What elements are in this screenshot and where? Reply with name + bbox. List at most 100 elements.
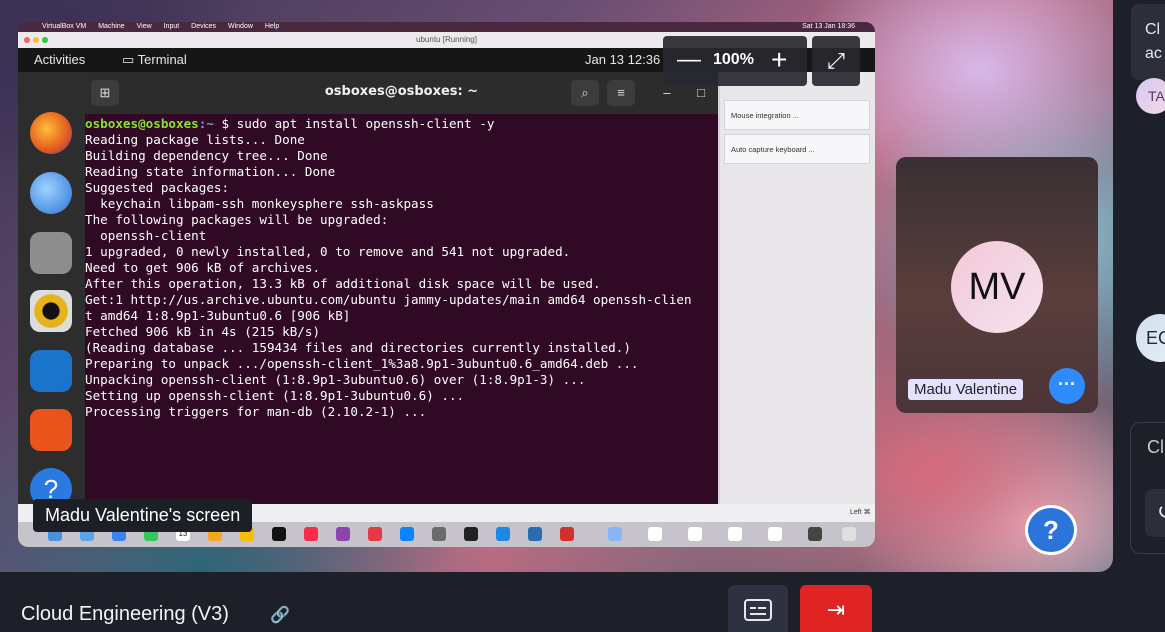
terminal-line: 1 upgraded, 0 newly installed, 0 to remo… [85, 244, 571, 259]
toast-text-line-1: Cl [1145, 21, 1161, 38]
copy-link-icon[interactable]: 🔗 [270, 605, 290, 625]
reply-icon: ↺ [1157, 499, 1165, 524]
terminal-output: osboxes@osboxes:~ $ sudo apt install ope… [85, 116, 718, 504]
mac-clock: Sat 13 Jan 18:36 [802, 23, 855, 30]
side-avatar-initials: EC [1146, 328, 1165, 348]
mac-menu-item: Input [163, 23, 180, 30]
captions-line [750, 613, 766, 615]
help-button[interactable]: ? [1025, 505, 1077, 555]
leave-button[interactable]: ⇥ [800, 585, 872, 632]
terminal-line: Processing triggers for man-db (2.10.2-1… [85, 404, 427, 419]
search-icon: ⌕ [571, 80, 599, 106]
participant-name: Madu Valentine [908, 379, 1024, 400]
meeting-title: Cloud Engineering (V3) [21, 603, 229, 625]
virtualbox-icon [528, 527, 542, 541]
notice-text: Mouse integration ... [731, 111, 799, 120]
terminal-line: Setting up openssh-client (1:8.9p1-3ubun… [85, 388, 465, 403]
terminal-line: Need to get 906 kB of archives. [85, 260, 321, 275]
more-options-button[interactable]: ··· [1049, 368, 1085, 404]
document-icon [688, 527, 702, 541]
terminal-line: t amd64 1:8.9p1-3ubuntu0.6 [906 kB] [85, 308, 351, 323]
menu-icon: ≡ [607, 80, 635, 106]
terminal-icon: ▭ [122, 52, 138, 67]
captions-line [750, 607, 756, 609]
zoom-out-button[interactable]: — [677, 46, 701, 74]
writer-icon [30, 350, 72, 392]
terminal-line: Reading package lists... Done [85, 132, 305, 147]
app-icon [560, 527, 574, 541]
mac-menu-item: Help [264, 23, 280, 30]
screenshot-icon [808, 527, 822, 541]
notice-text: Auto capture keyboard ... [731, 145, 815, 154]
captions-icon [744, 599, 772, 621]
terminal-line: After this operation, 13.3 kB of additio… [85, 276, 601, 291]
zoom-dot-icon [42, 37, 48, 43]
activities-label: Activities [34, 52, 86, 67]
side-avatar-initials: TA [1148, 88, 1165, 104]
terminal-header: ⊞ osboxes@osboxes: ~ ⌕ ≡ – □ [85, 72, 718, 114]
terminal-line: openssh-client [85, 228, 207, 243]
participant-tile: MV Madu Valentine ··· [896, 157, 1098, 413]
terminal-line: Unpacking openssh-client (1:8.9p1-3ubunt… [85, 372, 586, 387]
exit-icon: ⇥ [826, 597, 846, 622]
mac-menu-item: Devices [191, 23, 217, 30]
side-card-button[interactable]: ↺ [1145, 489, 1165, 537]
terminal-line: Building dependency tree... Done [85, 148, 328, 163]
shared-screen: VirtualBox VM Machine View Input Devices… [18, 22, 875, 547]
tv-icon [272, 527, 286, 541]
zoom-control: — 100% + [663, 36, 807, 86]
bottom-bar: Cloud Engineering (V3) 🔗 ⇥ [0, 572, 1165, 632]
zoom-in-button[interactable]: + [771, 44, 787, 76]
news-icon [368, 527, 382, 541]
close-dot-icon [24, 37, 30, 43]
minimize-dot-icon [33, 37, 39, 43]
mac-menu-item: View [136, 23, 152, 30]
terminal-line: Preparing to unpack .../openssh-client_1… [85, 356, 639, 371]
notice-auto-capture: Auto capture keyboard ... [724, 134, 870, 164]
terminal-line: Suggested packages: [85, 180, 230, 195]
music-icon [304, 527, 318, 541]
terminal-app-name: Terminal [137, 52, 187, 67]
side-card-label: Cl [1147, 437, 1164, 457]
prompt-user: osboxes@osboxes [85, 116, 199, 131]
terminal-line: (Reading database ... 159434 files and d… [85, 340, 631, 355]
app-center-icon [30, 409, 72, 451]
host-key-label: Left ⌘ [850, 509, 871, 516]
prompt-path: :~ [198, 116, 214, 131]
mac-menu-item: Window [228, 23, 253, 30]
captions-line [758, 607, 766, 609]
vm-window-title: ubuntu [Running] [416, 35, 477, 44]
prompt-command: $ sudo apt install openssh-client -y [221, 116, 495, 131]
document-icon [648, 527, 662, 541]
mac-menubar: VirtualBox VM Machine View Input Devices… [18, 22, 875, 32]
terminal-line: Get:1 http://us.archive.ubuntu.com/ubunt… [85, 292, 692, 307]
expand-icon: ⤢ [827, 48, 845, 73]
side-chat-card[interactable]: Cl ↺ [1130, 422, 1165, 554]
thunderbird-icon [30, 172, 72, 214]
ubuntu-dock: ? [18, 72, 85, 514]
document-icon [768, 527, 782, 541]
captions-button[interactable] [728, 585, 788, 632]
virtualbox-notification-area: Mouse integration ... Auto capture keybo… [718, 72, 875, 504]
terminal-window: ⊞ osboxes@osboxes: ~ ⌕ ≡ – □ osboxes@osb… [85, 72, 718, 504]
terminal-line: The following packages will be upgraded: [85, 212, 389, 227]
zoom-level: 100% [713, 51, 754, 68]
system-settings-icon [432, 527, 446, 541]
fullscreen-button[interactable]: ⤢ [812, 36, 860, 86]
gnome-clock: Jan 13 12:36 [585, 52, 661, 67]
terminal-line: keychain libpam-ssh monkeysphere ssh-ask… [85, 196, 434, 211]
folder-icon [608, 527, 622, 541]
toast-text-line-2: ac [1145, 45, 1162, 62]
trash-icon [842, 527, 856, 541]
terminal-line: Reading state information... Done [85, 164, 336, 179]
document-icon [728, 527, 742, 541]
terminal-line: Fetched 906 kB in 4s (215 kB/s) [85, 324, 321, 339]
notification-toast[interactable]: Cl ac [1131, 4, 1165, 80]
mac-menu-item: VirtualBox VM [42, 23, 87, 30]
rhythmbox-icon [30, 290, 72, 332]
notice-mouse-integration: Mouse integration ... [724, 100, 870, 130]
avatar: MV [951, 241, 1043, 333]
podcasts-icon [336, 527, 350, 541]
app-store-icon [400, 527, 414, 541]
terminal-dock-icon [464, 527, 478, 541]
